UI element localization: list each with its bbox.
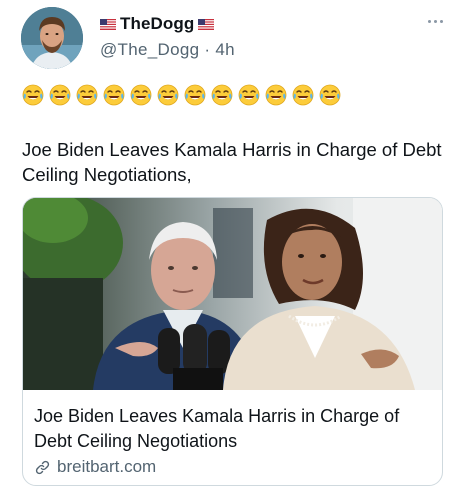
tweet-header: TheDogg @The_Dogg · 4h [0,0,466,72]
tears-of-joy-emoji-icon [184,84,206,106]
tears-of-joy-emoji-icon [157,84,179,106]
tears-of-joy-emoji-icon [211,84,233,106]
tears-of-joy-emoji-icon [49,84,71,106]
timestamp[interactable]: 4h [215,40,235,59]
tears-of-joy-emoji-icon [22,84,44,106]
separator: · [204,40,211,59]
link-card-domain[interactable]: breitbart.com [34,457,156,477]
domain-text: breitbart.com [57,457,157,476]
link-card-title: Joe Biden Leaves Kamala Harris in Charge… [34,406,400,451]
tears-of-joy-emoji-icon [76,84,98,106]
tears-of-joy-emoji-icon [238,84,260,106]
tears-of-joy-emoji-icon [292,84,314,106]
tears-of-joy-emoji-icon [103,84,125,106]
emoji-line [22,84,341,106]
dot-icon [433,19,437,23]
us-flag-icon [100,18,116,30]
tears-of-joy-emoji-icon [265,84,287,106]
tears-of-joy-emoji-icon [319,84,341,106]
handle[interactable]: @The_Dogg [100,40,199,59]
link-card[interactable]: Joe Biden Leaves Kamala Harris in Charge… [22,197,443,486]
link-icon [34,459,51,476]
avatar-image [21,7,83,69]
name-row: TheDogg [100,13,215,35]
tears-of-joy-emoji-icon [130,84,152,106]
tweet-text: Joe Biden Leaves Kamala Harris in Charge… [22,139,442,185]
display-name[interactable]: TheDogg [120,14,194,34]
dot-icon [439,19,443,23]
article-image [23,198,442,390]
more-options-button[interactable] [424,16,446,26]
handle-row: @The_Dogg · 4h [100,40,235,60]
avatar[interactable] [21,7,83,69]
us-flag-icon [198,18,215,30]
dot-icon [427,19,431,23]
